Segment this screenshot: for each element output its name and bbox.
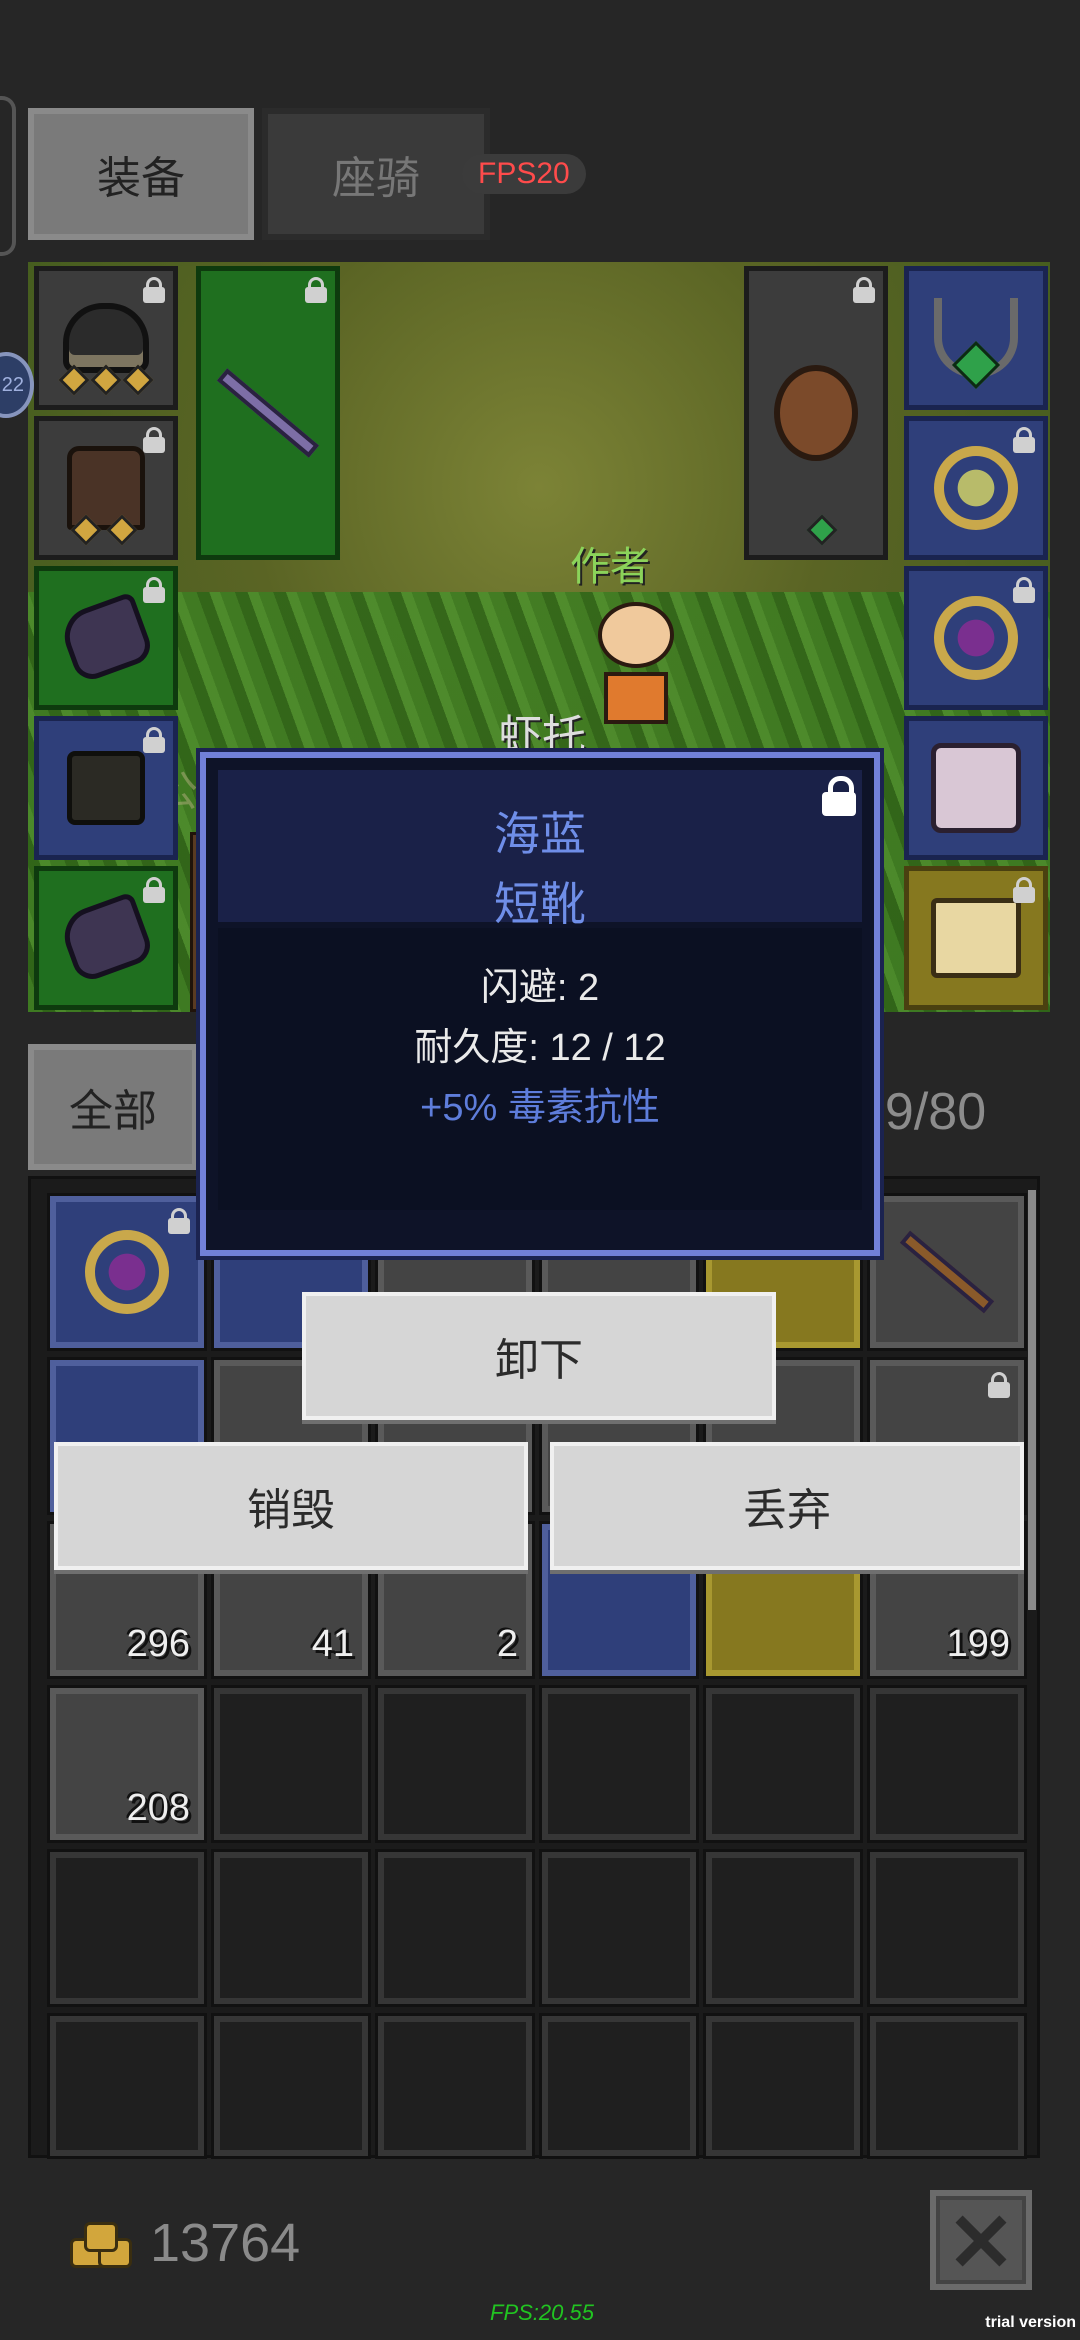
equip-slot-ring-2[interactable] xyxy=(904,566,1048,710)
item-count: 296 xyxy=(126,1623,190,1665)
boots-icon xyxy=(67,751,145,825)
discard-button[interactable]: 丢弃 xyxy=(550,1442,1024,1570)
side-panel-handle[interactable] xyxy=(0,96,16,256)
item-tooltip: 海蓝 短靴 闪避: 2 耐久度: 12 / 12 +5% 毒素抗性 xyxy=(200,752,880,1256)
equip-slot-gloves[interactable] xyxy=(34,566,178,710)
tab-mount[interactable]: 座骑 xyxy=(262,108,490,240)
inventory-slot-empty[interactable] xyxy=(211,2013,371,2159)
lock-icon xyxy=(1013,877,1035,903)
inventory-screen: 装备 座骑 FPS20 公告 作者 虾托 蜗蜗 22 xyxy=(0,0,1080,2340)
lock-icon xyxy=(1013,427,1035,453)
stat-durability: 耐久度: 12 / 12 xyxy=(414,1027,666,1069)
npc-body xyxy=(604,672,668,724)
npc-character[interactable] xyxy=(588,602,684,732)
item-count: 2 xyxy=(496,1623,518,1665)
gold-amount: 13764 xyxy=(150,2213,301,2273)
sword-icon xyxy=(216,368,320,458)
lock-icon xyxy=(143,427,165,453)
lock-icon xyxy=(143,577,165,603)
lock-icon xyxy=(168,1208,190,1234)
inventory-slot-empty[interactable] xyxy=(867,2013,1027,2159)
upgrade-gem-icon xyxy=(806,514,838,546)
lock-icon xyxy=(1013,577,1035,603)
equip-slot-boots[interactable] xyxy=(34,716,178,860)
equip-slot-armor[interactable] xyxy=(34,416,178,560)
scroll-icon xyxy=(931,898,1021,978)
helmet-icon xyxy=(63,303,149,373)
equip-slot-pet[interactable] xyxy=(904,716,1048,860)
lock-icon xyxy=(305,277,327,303)
equip-slot-belt[interactable] xyxy=(34,866,178,1010)
inventory-slot-empty[interactable] xyxy=(703,1849,863,2007)
npc-author-tag: 作者 xyxy=(570,545,650,589)
inventory-slot-empty[interactable] xyxy=(539,1685,699,1843)
lock-icon xyxy=(143,877,165,903)
item-name: 短靴 xyxy=(494,878,586,930)
fps-badge: FPS20 xyxy=(462,154,586,194)
amulet-icon xyxy=(934,298,1018,378)
fps-counter: FPS:20.55 xyxy=(490,2300,594,2325)
lock-icon xyxy=(143,277,165,303)
ring-icon xyxy=(85,1230,169,1314)
shield-icon xyxy=(774,365,858,461)
glove-icon xyxy=(56,591,156,685)
inventory-slot-empty[interactable] xyxy=(703,2013,863,2159)
destroy-button[interactable]: 销毁 xyxy=(54,1442,528,1570)
inventory-slot-empty[interactable] xyxy=(703,1685,863,1843)
equip-slot-ring-1[interactable] xyxy=(904,416,1048,560)
item-quality: 海蓝 xyxy=(494,808,586,860)
lock-icon[interactable] xyxy=(822,776,856,816)
equip-slot-amulet[interactable] xyxy=(904,266,1048,410)
gold-icon xyxy=(70,2222,136,2270)
inventory-slot-empty[interactable] xyxy=(867,1685,1027,1843)
inventory-slot-empty[interactable] xyxy=(47,2013,207,2159)
stat-poison-resist: +5% 毒素抗性 xyxy=(420,1087,660,1129)
inventory-slot-empty[interactable] xyxy=(375,2013,535,2159)
filter-all-tab[interactable]: 全部 xyxy=(28,1044,198,1170)
item-count: 41 xyxy=(311,1623,354,1665)
pet-icon xyxy=(931,743,1021,833)
equip-slot-helmet[interactable] xyxy=(34,266,178,410)
inventory-slot-empty[interactable] xyxy=(375,1685,535,1843)
unequip-button[interactable]: 卸下 xyxy=(302,1292,776,1420)
inventory-slot[interactable] xyxy=(47,1193,207,1351)
inventory-slot-empty[interactable] xyxy=(211,1685,371,1843)
stat-dodge: 闪避: 2 xyxy=(480,967,600,1009)
armor-icon xyxy=(67,446,145,530)
inventory-slot-empty[interactable] xyxy=(539,1849,699,2007)
lock-icon xyxy=(143,727,165,753)
inventory-slot[interactable] xyxy=(867,1193,1027,1351)
tab-equipment[interactable]: 装备 xyxy=(28,108,254,240)
close-icon[interactable] xyxy=(930,2190,1032,2290)
npc-head xyxy=(598,602,674,668)
item-count: 208 xyxy=(126,1787,190,1829)
inventory-slot-empty[interactable] xyxy=(867,1849,1027,2007)
equip-slot-scroll[interactable] xyxy=(904,866,1048,1010)
item-count: 199 xyxy=(946,1623,1010,1665)
inventory-slot-empty[interactable] xyxy=(47,1849,207,2007)
trial-version-label: trial version xyxy=(985,2314,1076,2331)
lock-icon xyxy=(853,277,875,303)
equip-slot-weapon[interactable] xyxy=(196,266,340,560)
inventory-slot-empty[interactable] xyxy=(539,2013,699,2159)
inventory-scrollbar[interactable] xyxy=(1028,1190,1036,1610)
inventory-slot-empty[interactable] xyxy=(211,1849,371,2007)
ring-icon xyxy=(934,446,1018,530)
inventory-slot-empty[interactable] xyxy=(375,1849,535,2007)
equip-slot-offhand[interactable] xyxy=(744,266,888,560)
ring-icon xyxy=(934,596,1018,680)
staff-icon xyxy=(899,1230,995,1314)
lock-icon xyxy=(988,1372,1010,1398)
belt-icon xyxy=(56,891,156,985)
inventory-slot[interactable]: 208 xyxy=(47,1685,207,1843)
